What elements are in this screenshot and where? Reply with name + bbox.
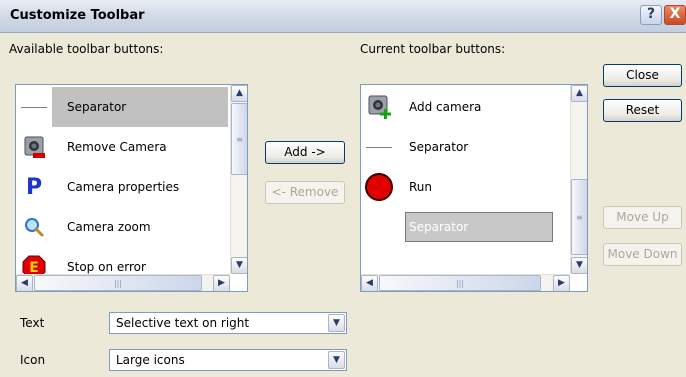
- zoom-magnifier-icon: [16, 207, 52, 247]
- title-bar[interactable]: Customize Toolbar ? X: [0, 0, 686, 33]
- scroll-thumb[interactable]: ≡: [571, 179, 587, 255]
- scroll-thumb[interactable]: |||: [379, 275, 541, 291]
- text-option-value: Selective text on right: [116, 316, 250, 330]
- reset-button[interactable]: Reset: [603, 99, 682, 122]
- help-button[interactable]: ?: [640, 5, 662, 25]
- move-up-button[interactable]: Move Up: [603, 206, 682, 229]
- available-list-label: Available toolbar buttons:: [9, 42, 164, 56]
- list-item[interactable]: Remove Camera: [16, 127, 228, 167]
- list-item-label: Remove Camera: [67, 140, 167, 154]
- list-item[interactable]: Camera zoom: [16, 207, 228, 247]
- selected-highlight: Separator: [52, 87, 228, 127]
- scroll-left-arrow-icon[interactable]: ◀: [16, 275, 33, 291]
- scroll-left-arrow-icon[interactable]: ◀: [361, 275, 378, 291]
- scroll-up-arrow-icon[interactable]: ▲: [231, 85, 247, 102]
- close-window-button[interactable]: X: [664, 5, 686, 25]
- list-item-label: Stop on error: [67, 260, 146, 274]
- chevron-down-icon[interactable]: ▼: [328, 314, 345, 332]
- list-item[interactable]: Separator: [361, 127, 569, 167]
- list-item-label: Separator: [409, 140, 469, 154]
- drag-placeholder[interactable]: Separator: [405, 212, 553, 242]
- add-button[interactable]: Add ->: [265, 141, 345, 164]
- scroll-thumb[interactable]: ≡: [231, 103, 247, 175]
- list-item[interactable]: Add camera: [361, 87, 569, 127]
- separator-line-icon: [16, 87, 52, 127]
- current-buttons-list[interactable]: Add camera Separator Run Separator ▲ ≡ ▼…: [360, 84, 588, 292]
- current-list-label: Current toolbar buttons:: [360, 42, 506, 56]
- scroll-down-arrow-icon[interactable]: ▼: [231, 257, 247, 274]
- text-option-label: Text: [20, 316, 45, 330]
- list-item-label: Add camera: [409, 100, 482, 114]
- list-item[interactable]: Separator: [16, 87, 228, 127]
- current-horizontal-scrollbar[interactable]: ◀ ||| ▶: [361, 274, 570, 291]
- scroll-up-arrow-icon[interactable]: ▲: [571, 85, 587, 102]
- list-item-label: Camera zoom: [67, 220, 151, 234]
- scroll-down-arrow-icon[interactable]: ▼: [571, 257, 587, 274]
- window-title: Customize Toolbar: [10, 8, 145, 23]
- scroll-thumb[interactable]: |||: [34, 275, 202, 291]
- text-option-select[interactable]: Selective text on right ▼: [109, 312, 347, 334]
- available-vertical-scrollbar[interactable]: ▲ ≡ ▼: [230, 85, 247, 274]
- list-item-label: Camera properties: [67, 180, 180, 194]
- available-horizontal-scrollbar[interactable]: ◀ ||| ▶: [16, 274, 230, 291]
- remove-button[interactable]: <- Remove: [265, 181, 345, 204]
- move-down-button[interactable]: Move Down: [603, 243, 682, 266]
- current-vertical-scrollbar[interactable]: ▲ ≡ ▼: [570, 85, 587, 274]
- icon-option-label: Icon: [20, 353, 46, 367]
- remove-camera-icon: [16, 127, 52, 167]
- separator-line-icon: [361, 127, 397, 167]
- scroll-right-arrow-icon[interactable]: ▶: [553, 275, 570, 291]
- list-item-label: Separator: [67, 100, 127, 114]
- list-item[interactable]: Run: [361, 167, 569, 207]
- scroll-right-arrow-icon[interactable]: ▶: [213, 275, 230, 291]
- list-item-label: Separator: [409, 220, 469, 234]
- list-item[interactable]: P Camera properties: [16, 167, 228, 207]
- run-red-circle-icon: [361, 167, 397, 207]
- list-item-label: Run: [409, 180, 433, 194]
- available-buttons-list[interactable]: Separator Remove Camera P Camera propert…: [15, 84, 248, 292]
- properties-p-icon: P: [25, 174, 43, 200]
- icon-option-select[interactable]: Large icons ▼: [109, 349, 347, 371]
- close-button[interactable]: Close: [603, 64, 682, 87]
- add-camera-icon: [361, 87, 397, 127]
- chevron-down-icon[interactable]: ▼: [328, 351, 345, 369]
- icon-option-value: Large icons: [116, 353, 185, 367]
- list-item[interactable]: Separator: [361, 207, 569, 247]
